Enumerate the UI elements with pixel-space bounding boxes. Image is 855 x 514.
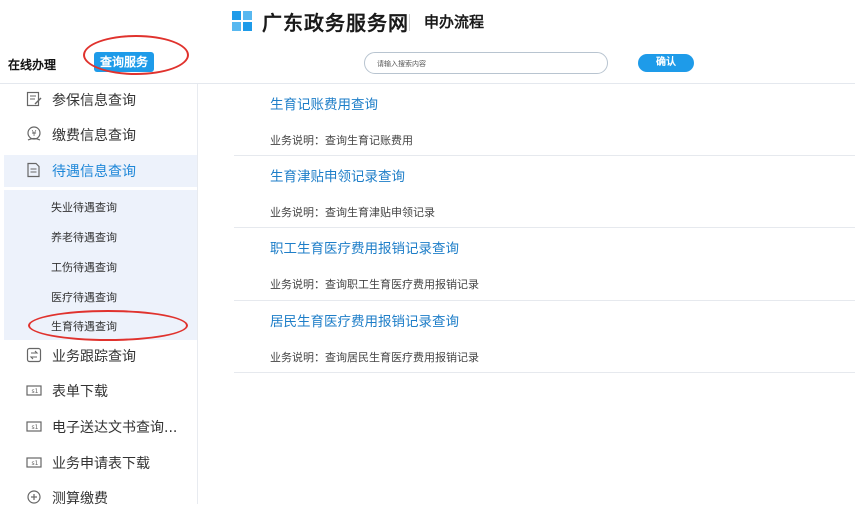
gd-gov-logo-icon[interactable] [230,9,254,33]
confirm-button[interactable]: 确认 [638,54,694,72]
sidebar-item-fee-calculation[interactable]: 测算缴费 [4,482,197,514]
sidebar-item-label: 业务跟踪查询 [52,349,136,365]
service-title-link[interactable]: 居民生育医疗费用报销记录查询 [270,310,459,330]
submenu-item-label: 工伤待遇查询 [51,261,117,274]
sidebar-item-label: 缴费信息查询 [52,128,136,144]
sidebar-item-business-tracking[interactable]: 业务跟踪查询 [4,340,197,372]
submenu-item-maternity[interactable]: 生育待遇查询 [4,310,197,340]
form-edit-icon [26,91,42,107]
service-description: 业务说明：查询居民生育医疗费用报销记录 [270,351,479,364]
sidebar-item-label: 待遇信息查询 [52,164,136,180]
document-icon [27,162,40,178]
service-description: 业务说明：查询职工生育医疗费用报销记录 [270,278,479,291]
submenu-item-label: 失业待遇查询 [51,201,117,214]
sidebar-item-application-download[interactable]: s1 业务申请表下载 [4,447,197,479]
page-subtitle: 申办流程 [424,13,485,31]
submenu-item-label: 养老待遇查询 [51,231,117,244]
search-input[interactable] [375,55,599,73]
download-box-icon: s1 [26,385,42,396]
coin-payment-icon: ¥ [27,126,41,141]
sidebar-item-label: 电子送达文书查询... [52,420,178,436]
submenu-item-pension[interactable]: 养老待遇查询 [4,221,197,251]
service-description: 业务说明：查询生育记账费用 [270,134,413,147]
sidebar-item-label: 参保信息查询 [52,93,136,109]
download-box-icon: s1 [26,421,42,432]
sidebar-item-label: 测算缴费 [52,491,108,507]
svg-text:s1: s1 [32,388,39,395]
search-box[interactable] [364,52,608,74]
service-title-link[interactable]: 生育津贴申领记录查询 [270,165,405,185]
svg-text:s1: s1 [32,424,39,431]
calculator-icon [27,490,41,504]
submenu-item-label: 生育待遇查询 [51,320,117,333]
sidebar-item-insurance-info[interactable]: 参保信息查询 [4,84,197,116]
tab-query-service[interactable]: 查询服务 [94,52,155,72]
sidebar-item-label: 表单下载 [52,384,108,400]
sidebar-item-electronic-docs[interactable]: s1 电子送达文书查询... [4,411,197,443]
divider [234,372,855,373]
service-title-link[interactable]: 职工生育医疗费用报销记录查询 [270,237,459,257]
download-box-icon: s1 [26,457,42,468]
service-description: 业务说明：查询生育津贴申领记录 [270,206,435,219]
tab-online-processing[interactable]: 在线办理 [8,56,56,73]
svg-text:s1: s1 [32,460,39,467]
service-title-link[interactable]: 生育记账费用查询 [270,93,378,113]
sidebar-item-label: 业务申请表下载 [52,456,150,472]
site-header: 广东政务服务网 申办流程 [0,0,855,44]
svg-text:¥: ¥ [31,129,36,138]
divider [234,300,855,301]
exchange-arrows-icon [26,347,42,363]
site-title[interactable]: 广东政务服务网 [262,7,409,36]
title-divider [409,14,410,31]
top-toolbar: 在线办理 查询服务 确认 [0,35,855,84]
sidebar-item-payment-info[interactable]: ¥ 缴费信息查询 [4,119,197,151]
divider [234,227,855,228]
submenu-item-unemployment[interactable]: 失业待遇查询 [4,191,197,221]
submenu-item-label: 医疗待遇查询 [51,291,117,304]
divider [234,155,855,156]
submenu-item-injury[interactable]: 工伤待遇查询 [4,251,197,281]
submenu-item-medical[interactable]: 医疗待遇查询 [4,281,197,311]
sidebar-item-form-download[interactable]: s1 表单下载 [4,375,197,407]
service-list: 生育记账费用查询 业务说明：查询生育记账费用 生育津贴申领记录查询 业务说明：查… [234,84,855,504]
sidebar-item-benefit-info[interactable]: 待遇信息查询 [4,155,197,187]
